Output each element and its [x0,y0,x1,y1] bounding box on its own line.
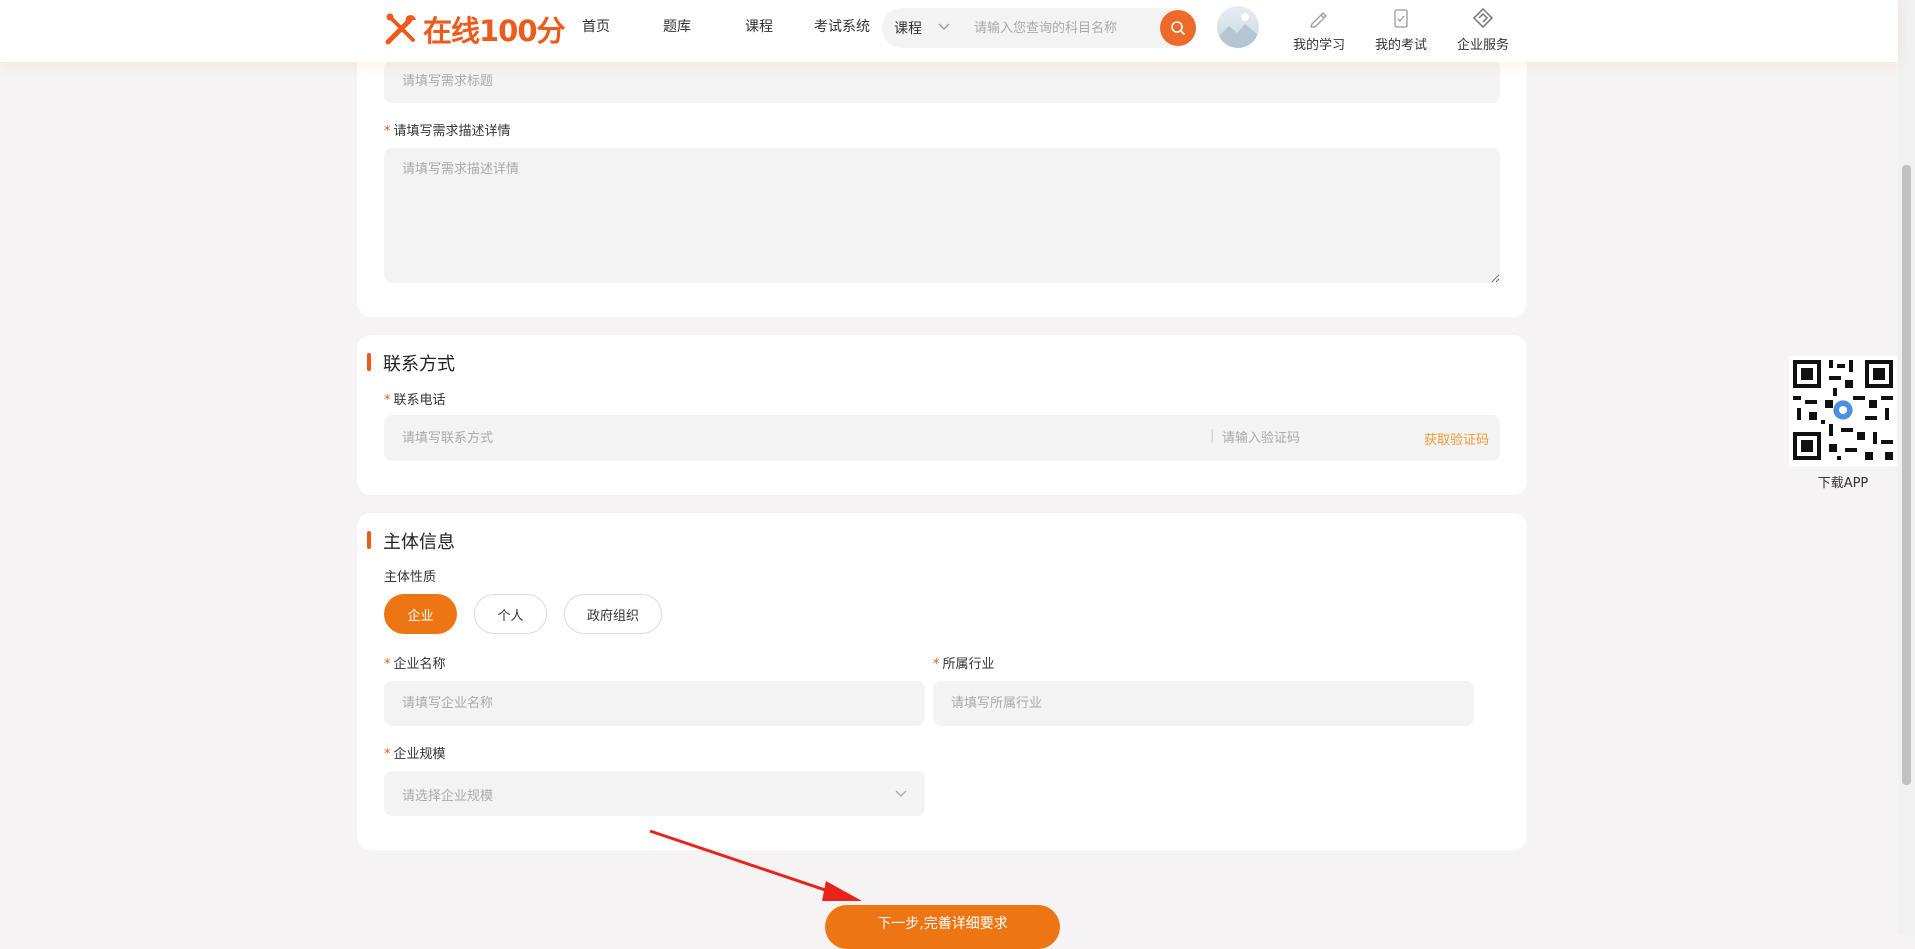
nav-home[interactable]: 首页 [582,16,610,36]
entity-type-government[interactable]: 政府组织 [564,594,662,634]
phone-label-text: 联系电话 [393,393,446,408]
site-logo[interactable]: 在线100分 [383,8,566,50]
required-mark: * [384,747,391,762]
industry-input[interactable] [933,681,1474,726]
demand-card: *请填写需求描述详情 [357,40,1527,317]
enterprise-service-button[interactable]: 企业服务 [1453,7,1513,53]
entity-card: 主体信息 主体性质 企业 个人 政府组织 *企业名称 *所属行业 *企业规模 请… [357,513,1527,850]
top-header: 在线100分 首页 题库 课程 考试系统 课程 我的学习 [0,0,1898,62]
app-qr-code[interactable] [1789,356,1897,466]
avatar[interactable] [1217,6,1259,48]
required-mark: * [933,657,940,672]
my-learning-button[interactable]: 我的学习 [1289,8,1349,53]
contact-section-title: 联系方式 [367,350,455,376]
my-learning-label: 我的学习 [1292,38,1345,53]
entity-section-title: 主体信息 [367,528,455,554]
company-scale-select[interactable]: 请选择企业规模 [384,771,925,816]
diamond-link-icon [1472,7,1494,29]
enterprise-service-label: 企业服务 [1456,38,1509,53]
download-app-label: 下载APP [1817,476,1869,491]
demand-title-input[interactable] [384,60,1500,103]
company-name-label-text: 企业名称 [393,657,446,672]
field-divider: | [1210,428,1215,443]
entity-type-individual[interactable]: 个人 [474,594,547,634]
required-mark: * [384,124,391,139]
company-name-input[interactable] [384,681,925,726]
avatar-image [1217,13,1259,48]
phone-input[interactable] [384,415,1204,461]
entity-type-label: 主体性质 [384,570,437,585]
search-button[interactable] [1160,10,1196,46]
tools-logo-icon [385,13,416,45]
chevron-down-icon[interactable] [938,23,950,31]
annotation-arrow [649,829,862,901]
demand-detail-label: * 请填写需求描述详情 [384,120,511,139]
company-name-label: * 企业名称 [384,653,446,672]
next-step-button[interactable]: 下一步,完善详细要求 [825,905,1060,949]
demand-detail-textarea[interactable] [384,148,1500,283]
search-bar: 课程 [882,8,1196,48]
pencil-icon [1310,12,1327,28]
my-exams-label: 我的考试 [1374,38,1427,53]
clipboard-icon [1394,9,1408,28]
get-code-button[interactable]: 获取验证码 [1424,429,1489,448]
entity-type-company[interactable]: 企业 [384,594,457,634]
nav-exam-system[interactable]: 考试系统 [814,16,870,36]
chevron-down-icon [895,790,907,797]
contact-card: 联系方式 *联系电话 | 获取验证码 [357,335,1527,495]
qr-code-icon [1789,356,1897,464]
required-mark: * [384,393,391,408]
my-exams-button[interactable]: 我的考试 [1371,8,1431,53]
search-category-select[interactable]: 课程 [894,18,922,38]
nav-question-bank[interactable]: 题库 [663,16,691,36]
company-scale-label: * 企业规模 [384,743,446,762]
demand-detail-label-text: 请填写需求描述详情 [393,124,511,139]
verification-code-input[interactable] [1218,415,1398,461]
phone-label: * 联系电话 [384,389,446,408]
search-input[interactable] [972,16,1156,40]
phone-field-group: | 获取验证码 [384,415,1500,461]
company-scale-placeholder: 请选择企业规模 [402,789,494,804]
industry-label: * 所属行业 [933,653,995,672]
scrollbar-thumb[interactable] [1902,165,1911,785]
logo-text: 在线100分 [423,14,566,48]
industry-label-text: 所属行业 [942,657,995,672]
nav-courses[interactable]: 课程 [745,16,773,36]
search-icon [1171,21,1185,35]
company-scale-label-text: 企业规模 [393,747,446,762]
required-mark: * [384,657,391,672]
